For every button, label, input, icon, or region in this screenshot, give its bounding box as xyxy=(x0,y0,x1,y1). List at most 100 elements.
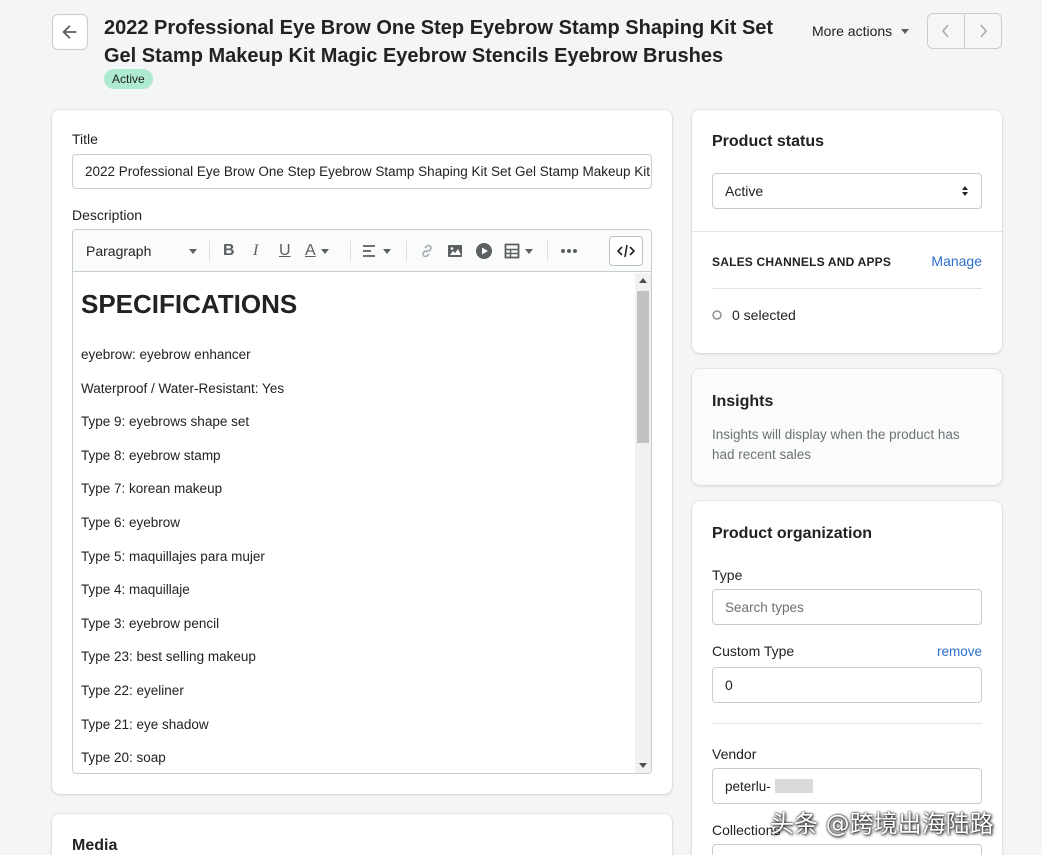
collections-input[interactable] xyxy=(712,844,982,855)
insights-text: Insights will display when the product h… xyxy=(712,427,960,462)
product-details-card: Title 2022 Professional Eye Brow One Ste… xyxy=(52,110,672,794)
content-line: Type 5: maquillajes para mujer xyxy=(81,548,265,564)
paragraph-format-label: Paragraph xyxy=(86,243,152,259)
media-heading: Media xyxy=(72,837,118,854)
toolbar-divider xyxy=(547,241,548,261)
description-label: Description xyxy=(72,207,143,223)
text-color-button[interactable]: A xyxy=(305,240,330,262)
underline-button[interactable]: U xyxy=(279,240,291,262)
circle-outline-icon xyxy=(712,310,722,320)
scroll-up-arrow-icon xyxy=(639,278,647,283)
type-search-placeholder: Search types xyxy=(725,599,804,615)
product-organization-card: Product organization Type Search types C… xyxy=(692,501,1002,855)
content-line: Type 3: eyebrow pencil xyxy=(81,615,220,631)
caret-down-icon xyxy=(320,249,329,254)
status-badge: Active xyxy=(104,69,153,89)
align-left-icon xyxy=(363,245,375,257)
next-product-button[interactable] xyxy=(965,14,1001,48)
custom-type-value: 0 xyxy=(725,677,733,693)
back-button[interactable] xyxy=(52,14,88,50)
product-status-heading: Product status xyxy=(712,133,825,150)
code-icon xyxy=(617,244,635,258)
more-horizontal-icon xyxy=(561,249,577,253)
title-input-value: 2022 Professional Eye Brow One Step Eyeb… xyxy=(85,164,651,179)
caret-down-icon xyxy=(189,249,197,254)
media-card: Media xyxy=(52,814,672,855)
manage-link[interactable]: Manage xyxy=(931,253,982,269)
table-icon xyxy=(504,243,520,259)
toolbar-divider xyxy=(406,241,407,261)
content-line: Waterproof / Water-Resistant: Yes xyxy=(81,380,285,396)
content-line: Type 6: eyebrow xyxy=(81,514,181,530)
insert-video-button[interactable] xyxy=(475,240,493,262)
divider xyxy=(712,288,982,289)
content-line: Type 20: soap xyxy=(81,750,166,766)
content-line: Type 7: korean makeup xyxy=(81,481,223,497)
bold-button[interactable]: B xyxy=(223,240,235,262)
caret-down-icon xyxy=(383,249,391,254)
product-status-card: Product status Active SALES CHANNELS AND… xyxy=(692,110,1002,353)
chevron-right-icon xyxy=(980,24,988,38)
vendor-value: peterlu- xyxy=(725,778,771,794)
previous-product-button[interactable] xyxy=(928,14,965,48)
image-icon xyxy=(448,245,462,257)
insights-card: Insights Insights will display when the … xyxy=(692,369,1002,485)
italic-button[interactable]: I xyxy=(253,240,258,262)
toolbar-divider xyxy=(209,241,210,261)
editor-scrollbar[interactable] xyxy=(635,273,651,773)
divider xyxy=(712,723,982,724)
caret-down-icon xyxy=(901,29,910,34)
content-line: Type 23: best selling makeup xyxy=(81,649,256,665)
page-title: 2022 Professional Eye Brow One Step Eyeb… xyxy=(104,17,774,67)
show-html-button[interactable] xyxy=(609,236,643,266)
alignment-button[interactable] xyxy=(362,240,392,262)
description-editor: Paragraph B I U A SPECIFICATIONS eyebrow… xyxy=(72,229,652,774)
scrollbar-thumb[interactable] xyxy=(637,291,649,443)
underline-icon: U xyxy=(279,242,291,259)
custom-type-input[interactable]: 0 xyxy=(712,667,982,703)
insert-table-button[interactable] xyxy=(504,240,534,262)
type-label: Type xyxy=(712,567,743,583)
editor-content[interactable]: SPECIFICATIONS eyebrow: eyebrow enhancer… xyxy=(73,273,635,773)
paragraph-format-select[interactable]: Paragraph xyxy=(86,240,198,262)
title-label: Title xyxy=(72,131,98,147)
chevron-left-icon xyxy=(941,24,949,38)
link-icon xyxy=(422,244,432,258)
more-actions-label: More actions xyxy=(812,23,893,39)
redacted-block xyxy=(774,779,813,793)
insert-image-button[interactable] xyxy=(447,240,463,262)
title-input[interactable]: 2022 Professional Eye Brow One Step Eyeb… xyxy=(72,154,652,189)
play-icon xyxy=(476,243,492,259)
content-line: Type 21: eye shadow xyxy=(81,716,209,732)
content-line: Type 8: eyebrow stamp xyxy=(81,447,221,463)
content-heading: SPECIFICATIONS xyxy=(81,289,298,319)
more-actions-button[interactable]: More actions xyxy=(812,20,910,42)
caret-down-icon xyxy=(525,249,533,254)
watermark: 头条 @跨境出海陆路 xyxy=(770,810,994,838)
type-search-input[interactable]: Search types xyxy=(712,589,982,625)
more-formatting-button[interactable] xyxy=(560,240,578,262)
selected-count: 0 selected xyxy=(732,307,796,323)
remove-custom-type-link[interactable]: remove xyxy=(937,644,982,659)
content-line: Type 22: eyeliner xyxy=(81,682,184,698)
content-line: eyebrow: eyebrow enhancer xyxy=(81,347,251,362)
content-line: Type 4: maquillaje xyxy=(81,582,190,598)
insert-link-button[interactable] xyxy=(419,240,435,262)
product-organization-heading: Product organization xyxy=(712,525,872,542)
text-color-icon: A xyxy=(305,242,316,259)
divider xyxy=(692,231,1002,232)
product-status-value: Active xyxy=(725,183,764,199)
toolbar-divider xyxy=(350,241,351,261)
bold-icon: B xyxy=(223,242,235,259)
vendor-input[interactable]: peterlu- xyxy=(712,768,982,804)
select-arrows-icon xyxy=(962,186,968,196)
arrow-left-icon xyxy=(62,25,77,39)
pagination xyxy=(927,13,1002,49)
vendor-label: Vendor xyxy=(712,746,757,762)
product-status-select[interactable]: Active xyxy=(712,173,982,209)
insights-heading: Insights xyxy=(712,393,774,410)
custom-type-label: Custom Type xyxy=(712,643,795,659)
scroll-down-arrow-icon xyxy=(639,763,647,768)
italic-icon: I xyxy=(253,242,259,259)
sales-channels-label: SALES CHANNELS AND APPS xyxy=(712,255,892,269)
